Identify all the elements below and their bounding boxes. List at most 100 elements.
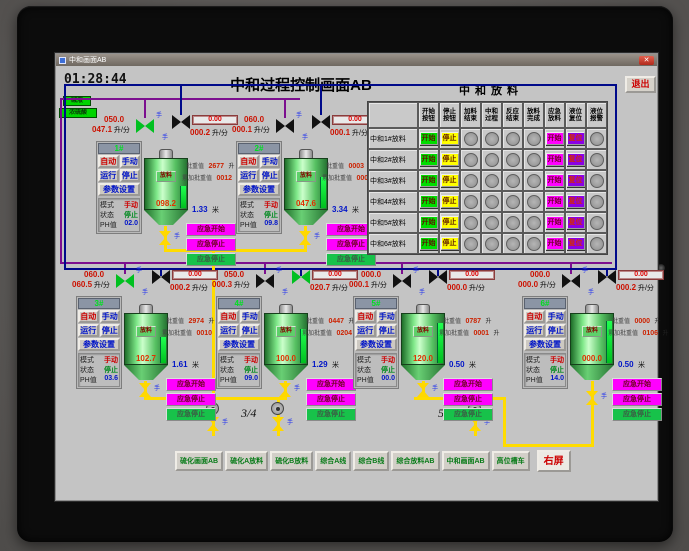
- manual-button[interactable]: 手动: [259, 155, 280, 168]
- level-reset-button[interactable]: 复位: [566, 153, 585, 166]
- run-button[interactable]: 运行: [355, 324, 376, 337]
- emergency-discharge-button[interactable]: 开始: [545, 216, 564, 229]
- stop-button[interactable]: 停止: [440, 237, 459, 250]
- emergency-discharge-button[interactable]: 开始: [545, 174, 564, 187]
- discharge-button[interactable]: 放料: [155, 171, 177, 182]
- neutralizing-lamp: [484, 173, 499, 188]
- start-button[interactable]: 开始: [419, 153, 438, 166]
- nav-button-硫化B放料[interactable]: 硫化B放料: [270, 451, 314, 471]
- auto-button[interactable]: 自动: [98, 155, 119, 168]
- feed-valve-right-icon[interactable]: [429, 270, 447, 284]
- start-button[interactable]: 开始: [419, 132, 438, 145]
- emergency-start-button[interactable]: 应急开始: [443, 378, 493, 391]
- auto-button[interactable]: 自动: [238, 155, 259, 168]
- run-button[interactable]: 运行: [98, 169, 119, 182]
- auto-button[interactable]: 自动: [524, 310, 545, 323]
- stop-button[interactable]: 停止: [440, 153, 459, 166]
- feed-valve-right-icon[interactable]: [152, 270, 170, 284]
- start-button[interactable]: 开始: [419, 216, 438, 229]
- level-reset-button[interactable]: 复位: [566, 132, 585, 145]
- level-reset-button[interactable]: 复位: [566, 237, 585, 250]
- nav-button-中和画面AB[interactable]: 中和画面AB: [441, 451, 490, 471]
- reactor-tank: 放料 000.0: [570, 304, 614, 380]
- unit-status-box: 模式 手动 状态 停止 PH值 09.0: [218, 353, 260, 387]
- manual-button[interactable]: 手动: [545, 310, 566, 323]
- nav-button-高位槽车[interactable]: 高位槽车: [491, 451, 530, 471]
- manual-tag: 手: [282, 290, 289, 296]
- run-button[interactable]: 运行: [524, 324, 545, 337]
- level-readout: 3.34 米: [332, 205, 360, 214]
- stop-button[interactable]: 停止: [545, 324, 566, 337]
- nav-button-综合A线[interactable]: 综合A线: [315, 451, 352, 471]
- emergency-discharge-button[interactable]: 开始: [545, 237, 564, 250]
- feed-valve-left-icon[interactable]: [116, 274, 134, 288]
- discharge-button[interactable]: 放料: [295, 171, 317, 182]
- nav-button-综合B线[interactable]: 综合B线: [353, 451, 390, 471]
- stop-button[interactable]: 停止: [440, 195, 459, 208]
- manual-button[interactable]: 手动: [239, 310, 260, 323]
- feed-valve-left-icon[interactable]: [256, 274, 274, 288]
- flow-value: 060.5 升/分: [72, 280, 110, 289]
- level-reset-button[interactable]: 复位: [566, 216, 585, 229]
- stop-button[interactable]: 停止: [376, 324, 397, 337]
- feed-valve-right-icon[interactable]: [172, 115, 190, 129]
- feed-valve-left-icon[interactable]: [393, 274, 411, 288]
- parameter-settings-button[interactable]: 参数设置: [98, 183, 140, 196]
- start-button[interactable]: 开始: [419, 174, 438, 187]
- parameter-settings-button[interactable]: 参数设置: [78, 338, 120, 351]
- discharge-button[interactable]: 放料: [412, 326, 434, 337]
- stop-button[interactable]: 停止: [239, 324, 260, 337]
- parameter-settings-button[interactable]: 参数设置: [524, 338, 566, 351]
- unit-id: 3#: [78, 298, 120, 309]
- emergency-start-button[interactable]: 应急开始: [612, 378, 662, 391]
- feed-valve-left-icon[interactable]: [136, 119, 154, 133]
- manual-button[interactable]: 手动: [376, 310, 397, 323]
- emergency-stop-indicator[interactable]: 应急停止: [612, 408, 662, 421]
- stop-button[interactable]: 停止: [99, 324, 120, 337]
- unit-control-panel: 3# 自动 手动 运行 停止 参数设置 模式 手动 状态 停止 PH值 03.6: [76, 296, 122, 389]
- auto-button[interactable]: 自动: [78, 310, 99, 323]
- run-button[interactable]: 运行: [238, 169, 259, 182]
- parameter-settings-button[interactable]: 参数设置: [238, 183, 280, 196]
- feed-valve-right-icon[interactable]: [598, 270, 616, 284]
- run-button[interactable]: 运行: [218, 324, 239, 337]
- stop-button[interactable]: 停止: [259, 169, 280, 182]
- exit-button[interactable]: 退出: [625, 76, 656, 93]
- emergency-stop-button[interactable]: 应急停止: [612, 393, 662, 406]
- parameter-settings-button[interactable]: 参数设置: [355, 338, 397, 351]
- stop-button[interactable]: 停止: [119, 169, 140, 182]
- parameter-settings-button[interactable]: 参数设置: [218, 338, 260, 351]
- nav-button-硫化画面AB[interactable]: 硫化画面AB: [175, 451, 224, 471]
- emergency-discharge-button[interactable]: 开始: [545, 132, 564, 145]
- discharge-button[interactable]: 放料: [581, 326, 603, 337]
- tank-neck: [159, 149, 173, 158]
- feed-valve-right-icon[interactable]: [292, 270, 310, 284]
- manual-button[interactable]: 手动: [99, 310, 120, 323]
- stop-button[interactable]: 停止: [440, 132, 459, 145]
- level-reset-button[interactable]: 复位: [566, 174, 585, 187]
- level-reset-button[interactable]: 复位: [566, 195, 585, 208]
- close-icon[interactable]: ✕: [639, 55, 654, 65]
- emergency-discharge-button[interactable]: 开始: [545, 195, 564, 208]
- manual-button[interactable]: 手动: [119, 155, 140, 168]
- feed-valve-left-icon[interactable]: [562, 274, 580, 288]
- emergency-stop-indicator[interactable]: 应急停止: [443, 408, 493, 421]
- nav-button-综合放料AB[interactable]: 综合放料AB: [391, 451, 440, 471]
- nav-button-硫化A放料[interactable]: 硫化A放料: [225, 451, 269, 471]
- auto-button[interactable]: 自动: [218, 310, 239, 323]
- auto-button[interactable]: 自动: [355, 310, 376, 323]
- nav-button-右屏[interactable]: 右屏: [536, 450, 571, 472]
- start-button[interactable]: 开始: [419, 237, 438, 250]
- run-button[interactable]: 运行: [78, 324, 99, 337]
- emergency-discharge-button[interactable]: 开始: [545, 153, 564, 166]
- start-button[interactable]: 开始: [419, 195, 438, 208]
- feed-valve-left-icon[interactable]: [276, 119, 294, 133]
- stop-button[interactable]: 停止: [440, 216, 459, 229]
- discharge-button[interactable]: 放料: [135, 326, 157, 337]
- feed-valve-right-icon[interactable]: [312, 115, 330, 129]
- stop-button[interactable]: 停止: [440, 174, 459, 187]
- discharge-button[interactable]: 放料: [275, 326, 297, 337]
- ph-value: 14.0: [550, 375, 564, 382]
- reaction-done-lamp: [505, 173, 520, 188]
- emergency-stop-button[interactable]: 应急停止: [443, 393, 493, 406]
